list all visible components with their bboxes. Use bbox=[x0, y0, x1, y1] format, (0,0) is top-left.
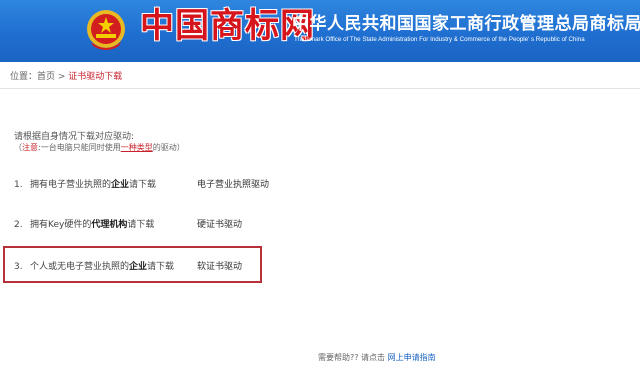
office-name-en: Trademark Office of The State Administra… bbox=[294, 36, 585, 43]
item-text: 拥有电子营业执照的 bbox=[30, 180, 112, 190]
office-name-cn: 中华人民共和国国家工商行政管理总局商标局 bbox=[292, 14, 640, 34]
item-text-post: 请下载 bbox=[129, 180, 157, 190]
item-number: 1. bbox=[14, 180, 23, 190]
help-text: 需要帮助?? 请点击 bbox=[318, 353, 388, 362]
help-footer: 需要帮助?? 请点击 网上申请指南 bbox=[318, 352, 436, 363]
note-open: （ bbox=[14, 143, 22, 152]
intro-text: 请根据自身情况下载对应驱动: bbox=[14, 132, 135, 142]
download-ebl-driver-link[interactable]: 电子营业执照驱动 bbox=[197, 177, 269, 190]
item-text: 拥有Key硬件的 bbox=[30, 220, 92, 230]
item-bold: 代理机构 bbox=[91, 220, 128, 230]
note-text-a: :一台电脑只能同时使用 bbox=[38, 143, 121, 152]
download-hard-cert-driver-link[interactable]: 硬证书驱动 bbox=[197, 217, 242, 230]
item-number: 2. bbox=[14, 220, 23, 230]
breadcrumb-separator: > bbox=[55, 72, 69, 82]
item-bold: 企业 bbox=[111, 180, 130, 190]
item-text-post: 请下载 bbox=[127, 220, 155, 230]
breadcrumb-home-link[interactable]: 首页 bbox=[37, 72, 55, 82]
application-guide-link[interactable]: 网上申请指南 bbox=[388, 353, 436, 362]
note-text-b: 的驱动） bbox=[152, 143, 185, 152]
note-text: （注意:一台电脑只能同时使用一种类型的驱动） bbox=[14, 142, 185, 153]
breadcrumb: 位置：首页 > 证书驱动下载 bbox=[10, 69, 122, 82]
list-item: 1. 拥有电子营业执照的企业请下载 电子营业执照驱动 bbox=[14, 177, 269, 190]
site-logo[interactable]: 中国商标网 bbox=[140, 4, 315, 48]
note-label: 注意 bbox=[22, 143, 38, 152]
highlight-box bbox=[3, 246, 262, 283]
national-emblem-icon bbox=[87, 10, 125, 50]
breadcrumb-prefix: 位置： bbox=[10, 72, 38, 82]
divider bbox=[0, 88, 640, 89]
list-item: 2. 拥有Key硬件的代理机构请下载 硬证书驱动 bbox=[14, 217, 242, 230]
note-underlined: 一种类型 bbox=[120, 143, 153, 152]
site-header: 中国商标网 中华人民共和国国家工商行政管理总局商标局 Trademark Off… bbox=[0, 0, 640, 62]
breadcrumb-current: 证书驱动下载 bbox=[68, 72, 123, 82]
